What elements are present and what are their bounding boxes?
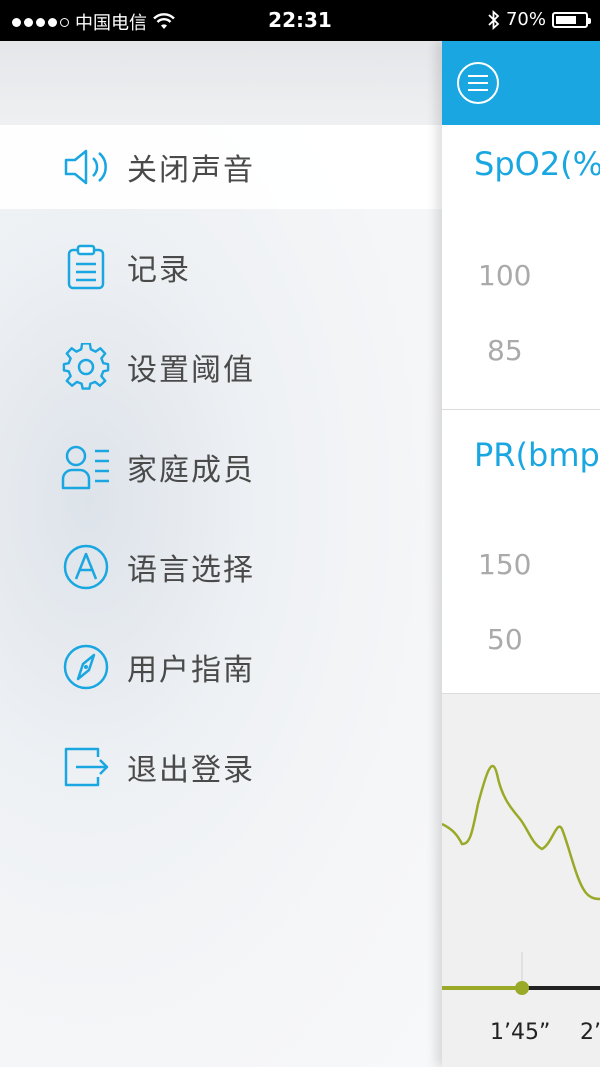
pr-upper-threshold: 150: [478, 548, 532, 581]
menu-item-user-guide[interactable]: 用户指南: [0, 625, 442, 709]
timeline-tick: 2’: [580, 1020, 600, 1045]
menu-item-mute-sound[interactable]: 关闭声音: [0, 125, 442, 209]
menu-item-family-members[interactable]: 家庭成员: [0, 425, 442, 509]
menu-item-records[interactable]: 记录: [0, 225, 442, 309]
logout-icon: [60, 741, 112, 793]
pulse-waveform: [442, 764, 600, 995]
menu-label: 家庭成员: [127, 453, 255, 488]
menu-label: 设置阈值: [127, 353, 255, 388]
waveform-line: [442, 764, 600, 901]
menu-label: 关闭声音: [127, 153, 255, 188]
spo2-upper-threshold: 100: [478, 259, 532, 292]
spo2-lower-threshold: 85: [487, 334, 523, 367]
battery-percent: 70%: [505, 9, 546, 30]
pr-card[interactable]: PR(bmp 150 50: [442, 410, 600, 694]
menu-item-set-threshold[interactable]: 设置阈值: [0, 325, 442, 409]
menu-label: 退出登录: [127, 753, 255, 788]
status-right-group: 70%: [488, 9, 591, 30]
waveform-area[interactable]: 1’45” 2’: [442, 694, 600, 1067]
bluetooth-icon: [488, 9, 500, 30]
menu-item-language[interactable]: 语言选择: [0, 525, 442, 609]
side-drawer: 关闭声音 记录 设置阈值 家庭成员 语言选择 用户指南 退出登录: [0, 41, 442, 1067]
hamburger-menu-icon[interactable]: [456, 61, 500, 105]
clipboard-icon: [60, 241, 112, 293]
language-icon: [60, 541, 112, 593]
compass-icon: [60, 641, 112, 693]
menu-label: 记录: [127, 253, 191, 288]
spo2-title: SpO2(%: [474, 145, 600, 183]
spo2-card[interactable]: SpO2(% 100 85: [442, 125, 600, 410]
menu-label: 语言选择: [127, 553, 255, 588]
timeline-tick: 1’45”: [490, 1020, 551, 1045]
menu-item-logout[interactable]: 退出登录: [0, 725, 442, 809]
gear-icon: [60, 341, 112, 393]
battery-icon: [552, 11, 591, 28]
menu-label: 用户指南: [127, 653, 255, 688]
timeline-scrubber[interactable]: [515, 981, 529, 995]
pr-title: PR(bmp: [474, 436, 600, 474]
speaker-icon: [60, 141, 112, 193]
main-content: SpO2(% 100 85 PR(bmp 150 50 1’45” 2’: [442, 41, 600, 1067]
drawer-header: [0, 41, 442, 125]
status-bar: 中国电信 22:31 70%: [0, 0, 600, 41]
family-members-icon: [60, 441, 112, 493]
pr-lower-threshold: 50: [487, 623, 523, 656]
top-bar: [442, 41, 600, 125]
